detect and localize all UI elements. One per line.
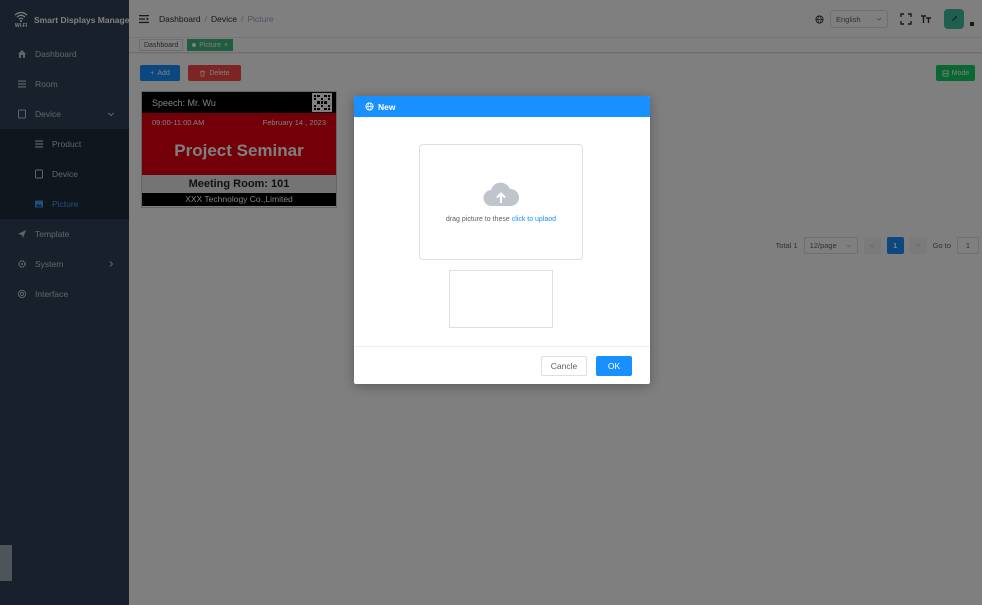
cloud-upload-icon xyxy=(483,182,519,206)
upload-text: drag picture to these click to uplaod xyxy=(446,216,556,223)
cancel-button[interactable]: Cancle xyxy=(541,356,587,376)
ok-button[interactable]: OK xyxy=(596,356,632,376)
app-root: WI-FI Smart Displays Manager Dashboard R… xyxy=(0,0,982,605)
upload-dropzone[interactable]: drag picture to these click to uplaod xyxy=(419,144,583,260)
dialog-title: New xyxy=(378,101,396,112)
globe-icon xyxy=(365,102,374,111)
new-picture-dialog: New drag picture to these click to uplao… xyxy=(354,96,650,384)
image-preview xyxy=(449,270,553,328)
upload-hint: drag picture to these xyxy=(445,215,510,223)
dialog-footer: Cancle OK xyxy=(354,346,650,384)
dialog-header: New xyxy=(354,96,650,117)
upload-link[interactable]: click to uplaod xyxy=(512,216,556,223)
